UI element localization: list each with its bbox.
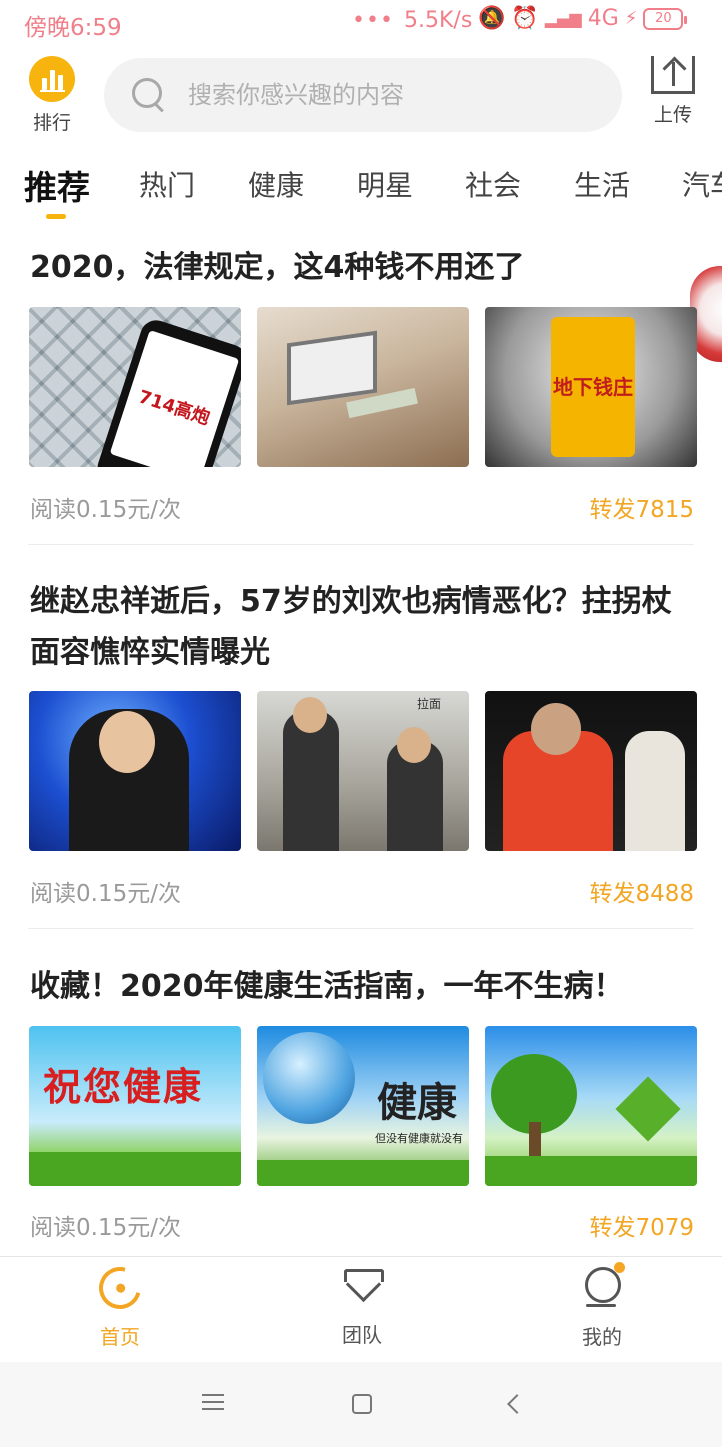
image-caption: 健康 bbox=[377, 1079, 457, 1126]
bar-chart-icon bbox=[29, 56, 75, 102]
tab-health[interactable]: 健康 bbox=[248, 164, 304, 204]
network-speed: 5.5K/s bbox=[404, 8, 473, 33]
search-bar[interactable] bbox=[104, 58, 622, 132]
article-title[interactable]: 收藏！2020年健康生活指南，一年不生病！ bbox=[30, 961, 700, 1012]
tab-recommend[interactable]: 推荐 bbox=[24, 164, 90, 209]
nav-me-label: 我的 bbox=[582, 1325, 622, 1349]
active-tab-indicator bbox=[46, 214, 66, 219]
battery-level: 20 bbox=[655, 11, 672, 26]
status-icons: 🔕 ⏰ ▂▄▆ 4G ⚡ 20 bbox=[478, 6, 688, 31]
article-title[interactable]: 继赵忠祥逝后，57岁的刘欢也病情恶化？拄拐杖面容憔悴实情曝光 bbox=[30, 576, 700, 678]
image-caption: 祝您健康 bbox=[43, 1064, 204, 1109]
battery-icon: 20 bbox=[643, 7, 688, 30]
image-subcaption: 但没有健康就没有 bbox=[375, 1132, 463, 1145]
yen-underground-bank-image: 地下钱庄 bbox=[485, 307, 697, 467]
man-in-red-coat-image bbox=[485, 691, 697, 851]
tab-hot[interactable]: 热门 bbox=[139, 164, 195, 204]
mute-icon: 🔕 bbox=[478, 6, 506, 31]
bottom-nav: 首页 团队 我的 bbox=[0, 1256, 722, 1362]
search-icon bbox=[132, 78, 166, 112]
category-tabs: 推荐 热门 健康 明星 社会 生活 汽车 bbox=[0, 164, 722, 224]
back-icon[interactable] bbox=[507, 1394, 527, 1414]
tab-life[interactable]: 生活 bbox=[574, 164, 630, 204]
app-header: 排行 上传 bbox=[0, 52, 722, 138]
share-count[interactable]: 转发8488 bbox=[589, 874, 694, 908]
upload-icon bbox=[651, 56, 695, 94]
rank-label: 排行 bbox=[32, 112, 71, 134]
divider bbox=[28, 544, 694, 545]
nav-home[interactable]: 首页 bbox=[50, 1259, 190, 1350]
home-icon bbox=[91, 1259, 149, 1317]
status-time: 傍晚6:59 bbox=[24, 15, 122, 41]
read-reward: 阅读0.15元/次 bbox=[30, 497, 181, 523]
network-type: 4G bbox=[587, 6, 619, 31]
nav-team-label: 团队 bbox=[342, 1323, 382, 1347]
upload-button[interactable]: 上传 bbox=[648, 56, 698, 127]
globe-hands-health-image: 健康 但没有健康就没有 bbox=[257, 1026, 469, 1186]
rank-button[interactable]: 排行 bbox=[26, 56, 78, 135]
status-more-dots: ••• bbox=[352, 8, 394, 33]
tab-celebrity[interactable]: 明星 bbox=[357, 164, 413, 204]
nav-me[interactable]: 我的 bbox=[532, 1267, 672, 1350]
man-with-crutch-image: 拉面 bbox=[257, 691, 469, 851]
divider bbox=[28, 928, 694, 929]
profile-icon bbox=[581, 1267, 623, 1309]
menu-icon[interactable] bbox=[202, 1394, 224, 1410]
share-count[interactable]: 转发7815 bbox=[589, 490, 694, 524]
tab-society[interactable]: 社会 bbox=[465, 164, 521, 204]
search-input[interactable] bbox=[188, 81, 588, 109]
wish-health-image: 祝您健康 bbox=[29, 1026, 241, 1186]
article-thumbnails: 祝您健康 健康 但没有健康就没有 bbox=[29, 1026, 697, 1186]
tree-heart-hands-image bbox=[485, 1026, 697, 1186]
image-caption: 714高炮 bbox=[109, 330, 240, 467]
money-handover-image bbox=[257, 307, 469, 467]
nav-home-label: 首页 bbox=[100, 1325, 140, 1349]
singer-on-stage-image bbox=[29, 691, 241, 851]
system-nav-bar bbox=[0, 1362, 722, 1447]
upload-label: 上传 bbox=[653, 104, 692, 126]
charging-icon: ⚡ bbox=[624, 8, 638, 29]
signal-icon: ▂▄▆ bbox=[544, 9, 582, 28]
image-caption: 地下钱庄 bbox=[551, 317, 635, 457]
notification-badge bbox=[614, 1262, 625, 1273]
team-icon bbox=[340, 1267, 384, 1307]
phone-714-image: 714高炮 bbox=[29, 307, 241, 467]
home-square-icon[interactable] bbox=[352, 1394, 372, 1414]
read-reward: 阅读0.15元/次 bbox=[30, 1215, 181, 1241]
status-bar: 傍晚6:59 ••• 5.5K/s 🔕 ⏰ ▂▄▆ 4G ⚡ 20 bbox=[0, 0, 722, 46]
article-title[interactable]: 2020，法律规定，这4种钱不用还了 bbox=[30, 242, 700, 293]
nav-team[interactable]: 团队 bbox=[292, 1267, 432, 1348]
article-thumbnails: 714高炮 地下钱庄 bbox=[29, 307, 697, 467]
image-caption: 拉面 bbox=[417, 697, 442, 711]
share-count[interactable]: 转发7079 bbox=[589, 1208, 694, 1242]
tab-car[interactable]: 汽车 bbox=[682, 164, 722, 204]
article-thumbnails: 拉面 bbox=[29, 691, 697, 851]
read-reward: 阅读0.15元/次 bbox=[30, 881, 181, 907]
alarm-icon: ⏰ bbox=[511, 6, 539, 31]
